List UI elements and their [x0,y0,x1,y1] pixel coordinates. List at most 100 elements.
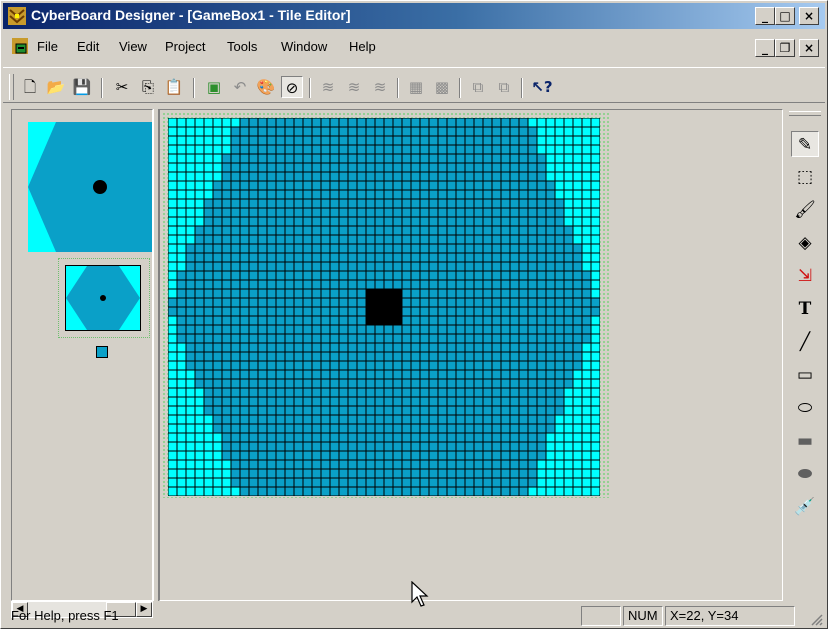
tile-pixel[interactable] [329,252,340,263]
tile-pixel[interactable] [203,396,214,407]
tile-pixel[interactable] [464,118,475,128]
tile-pixel[interactable] [437,396,448,407]
tile-pixel[interactable] [293,432,304,443]
tile-pixel[interactable] [437,441,448,452]
tile-pixel[interactable] [572,243,583,254]
tile-pixel[interactable] [572,126,583,137]
tile-pixel[interactable] [401,118,412,128]
tile-pixel[interactable] [410,153,421,164]
tile-pixel[interactable] [491,198,502,209]
tile-pixel[interactable] [464,432,475,443]
tile-pixel[interactable] [212,396,223,407]
tile-pixel[interactable] [491,135,502,146]
tile-pixel[interactable] [212,216,223,227]
tile-pixel[interactable] [248,378,259,389]
tile-pixel[interactable] [257,477,268,488]
tile-pixel[interactable] [221,270,232,281]
tile-pixel[interactable] [572,234,583,245]
tile-pixel[interactable] [554,378,565,389]
tile-pixel[interactable] [500,423,511,434]
tile-pixel[interactable] [446,288,457,299]
tile-pixel[interactable] [491,297,502,308]
tile-pixel[interactable] [536,243,547,254]
tile-pixel[interactable] [356,450,367,461]
tile-pixel[interactable] [248,432,259,443]
tile-pixel[interactable] [230,153,241,164]
tile-pixel[interactable] [509,360,520,371]
tile-pixel[interactable] [554,207,565,218]
tile-pixel[interactable] [446,423,457,434]
tile-pixel-grid[interactable] [168,118,600,496]
tile-pixel[interactable] [500,135,511,146]
tile-pixel[interactable] [329,324,340,335]
tile-pixel[interactable] [572,351,583,362]
tile-pixel[interactable] [203,243,214,254]
tile-pixel[interactable] [500,486,511,496]
tile-pixel[interactable] [374,118,385,128]
tile-pixel[interactable] [212,198,223,209]
tile-pixel[interactable] [545,135,556,146]
tile-pixel[interactable] [563,387,574,398]
tile-pixel[interactable] [446,450,457,461]
tile-pixel[interactable] [275,423,286,434]
tile-pixel[interactable] [293,297,304,308]
toolbar-grip[interactable] [9,74,14,100]
tile-pixel[interactable] [464,153,475,164]
tile-pixel[interactable] [419,459,430,470]
tile-pixel[interactable] [194,360,205,371]
tile-pixel[interactable] [168,450,178,461]
tile-pixel[interactable] [581,333,592,344]
tile-pixel[interactable] [329,270,340,281]
tile-pixel[interactable] [284,477,295,488]
tile-pixel[interactable] [500,441,511,452]
tile-pixel[interactable] [347,360,358,371]
tile-pixel[interactable] [473,351,484,362]
tile-pixel[interactable] [293,135,304,146]
tile-pixel[interactable] [302,118,313,128]
tile-pixel[interactable] [545,225,556,236]
tile-pixel[interactable] [581,459,592,470]
tile-pixel[interactable] [545,297,556,308]
tile-pixel[interactable] [410,423,421,434]
tile-pixel[interactable] [437,378,448,389]
tile-pixel[interactable] [374,432,385,443]
tile-pixel[interactable] [212,486,223,496]
tile-pixel[interactable] [284,396,295,407]
tile-pixel[interactable] [185,189,196,200]
tile-pixel[interactable] [302,270,313,281]
tile-pixel[interactable] [509,324,520,335]
tile-pixel[interactable] [302,324,313,335]
tile-pixel[interactable] [383,306,394,317]
tile-pixel[interactable] [302,405,313,416]
tile-pixel[interactable] [239,315,250,326]
tile-pixel[interactable] [320,459,331,470]
tile-pixel[interactable] [311,207,322,218]
tile-pixel[interactable] [194,333,205,344]
tile-pixel[interactable] [473,333,484,344]
tile-pixel[interactable] [293,216,304,227]
tile-pixel[interactable] [545,450,556,461]
tile-pixel[interactable] [275,153,286,164]
tile-pixel[interactable] [374,333,385,344]
tile-pixel[interactable] [302,342,313,353]
tile-pixel[interactable] [392,423,403,434]
tile-pixel[interactable] [347,207,358,218]
tile-pixel[interactable] [491,144,502,155]
tile-pixel[interactable] [356,324,367,335]
tile-pixel[interactable] [311,144,322,155]
tile-pixel[interactable] [311,369,322,380]
tile-pixel[interactable] [401,405,412,416]
tile-pixel[interactable] [554,333,565,344]
tile-pixel[interactable] [383,135,394,146]
tile-pixel[interactable] [302,189,313,200]
tile-pixel[interactable] [176,324,187,335]
tile-pixel[interactable] [320,162,331,173]
tile-pixel[interactable] [284,118,295,128]
tile-pixel[interactable] [419,297,430,308]
tile-pixel[interactable] [275,216,286,227]
tile-pixel[interactable] [320,486,331,496]
tile-preview-medium-frame[interactable] [58,258,150,338]
tile-pixel[interactable] [392,450,403,461]
tile-pixel[interactable] [554,396,565,407]
tile-pixel[interactable] [329,450,340,461]
